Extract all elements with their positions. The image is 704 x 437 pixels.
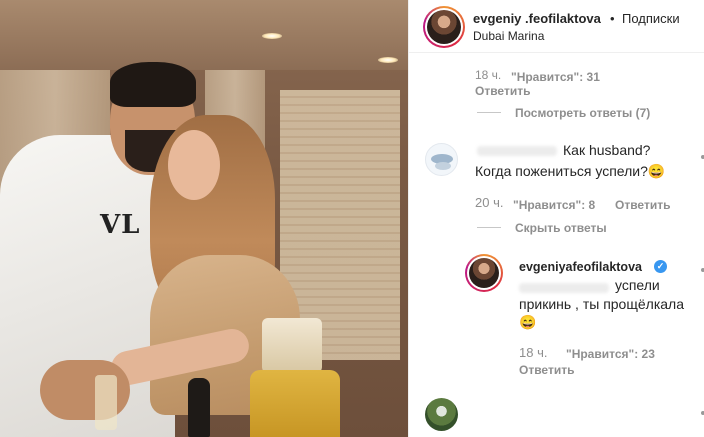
champagne-glass xyxy=(95,375,117,430)
reply-avatar[interactable] xyxy=(469,258,499,288)
post-photo[interactable]: VL xyxy=(0,0,408,437)
man-hair xyxy=(110,62,196,107)
verified-badge-icon: ✓ xyxy=(654,260,667,273)
comments-panel: evgeniy .feofilaktova • Подписки Dubai M… xyxy=(408,0,704,437)
commenter-username-hidden xyxy=(477,146,557,156)
reply-username[interactable]: evgeniyafeofilaktova xyxy=(519,260,642,274)
replies-line-icon xyxy=(477,227,501,228)
woman-face xyxy=(168,130,220,200)
reply-time[interactable]: 18 ч. xyxy=(519,345,547,360)
view-replies-button[interactable]: Посмотреть ответы (7) xyxy=(515,106,650,120)
hide-replies-button[interactable]: Скрыть ответы xyxy=(515,221,607,235)
commenter-avatar[interactable] xyxy=(425,398,458,431)
ceiling xyxy=(0,0,408,70)
reply-button[interactable]: Ответить xyxy=(475,84,530,98)
gold-cake xyxy=(250,370,340,437)
header-separator: • xyxy=(610,11,615,26)
reply-text-emoji: 😄 xyxy=(519,314,537,330)
cake-topper xyxy=(262,318,322,373)
reply-button[interactable]: Ответить xyxy=(615,198,670,212)
commenter-avatar[interactable] xyxy=(425,143,458,176)
reply-likes[interactable]: "Нравится": 23 xyxy=(566,347,655,361)
shirt-print: VL xyxy=(100,210,141,240)
location-link[interactable]: Dubai Marina xyxy=(473,29,544,43)
replies-line-icon xyxy=(477,112,501,113)
reply-text-line2: прикинь , ты прощёлкала xyxy=(519,296,684,312)
ceiling-light xyxy=(262,33,282,39)
mention-hidden xyxy=(519,283,609,293)
reply-text-line1: успели xyxy=(615,277,660,293)
bottle xyxy=(188,378,210,437)
post-header: evgeniy .feofilaktova • Подписки Dubai M… xyxy=(409,0,704,53)
header-avatar[interactable] xyxy=(427,10,461,44)
comment-time[interactable]: 18 ч. xyxy=(475,68,501,82)
comment-likes[interactable]: "Нравится": 8 xyxy=(513,198,595,212)
ceiling-light xyxy=(378,57,398,63)
comment-likes[interactable]: "Нравится": 31 xyxy=(511,70,600,84)
comment-text-line1: Как husband? xyxy=(563,142,651,158)
comment-time[interactable]: 20 ч. xyxy=(475,195,503,210)
following-button[interactable]: Подписки xyxy=(622,11,680,26)
reply-button[interactable]: Ответить xyxy=(519,363,574,377)
header-username[interactable]: evgeniy .feofilaktova xyxy=(473,11,601,26)
comment-time-text: 18 ч. xyxy=(475,68,502,82)
comment-text-line2: Когда пожениться успели?😄 xyxy=(475,163,666,179)
